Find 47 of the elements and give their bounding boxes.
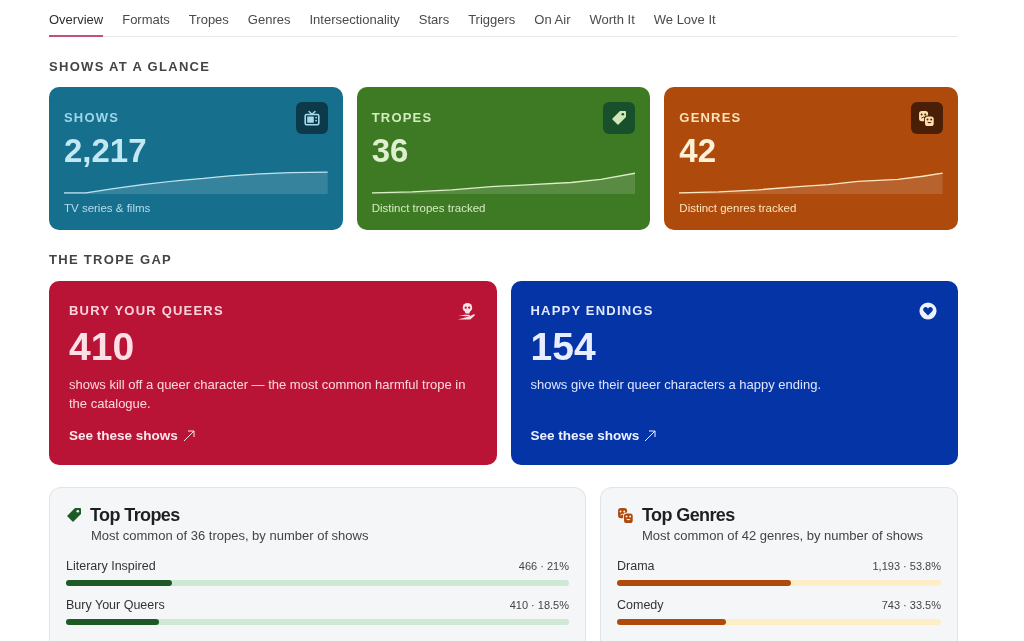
panel-subtitle: Most common of 42 genres, by number of shows bbox=[642, 527, 925, 545]
nav-tab[interactable]: Formats bbox=[122, 11, 170, 37]
card-label: SHOWS bbox=[64, 109, 120, 127]
nav-tab[interactable]: Stars bbox=[418, 11, 450, 37]
row-label: Literary Inspired bbox=[66, 557, 156, 575]
card-description: shows give their queer characters a happy ending. bbox=[530, 376, 822, 394]
nav-tab[interactable]: Triggers bbox=[468, 11, 516, 37]
panel-subtitle: Most common of 36 tropes, by number of shows bbox=[91, 527, 370, 545]
row-label: Drama bbox=[617, 557, 655, 575]
arrow-icon bbox=[182, 430, 195, 442]
card-label: HAPPY ENDINGS bbox=[530, 302, 654, 320]
nav-tab[interactable]: Tropes bbox=[188, 11, 229, 37]
nav-tab[interactable]: Overview bbox=[49, 11, 104, 37]
nav-tab[interactable]: Intersectionality bbox=[309, 11, 400, 37]
arrow-icon bbox=[644, 430, 657, 442]
row-label: Comedy bbox=[617, 596, 664, 614]
nav-tab[interactable]: Genres bbox=[247, 11, 291, 37]
section-heading: THE TROPE GAP bbox=[49, 251, 174, 269]
card-caption: Distinct tropes tracked bbox=[371, 201, 487, 215]
row-label: Bury Your Queers bbox=[66, 596, 165, 614]
row-reading: 743 · 33.5% bbox=[881, 597, 941, 613]
card-caption: TV series & films bbox=[64, 201, 152, 215]
card-description: shows kill off a queer character — the most common harmful trope in the catalogue. bbox=[69, 376, 467, 413]
see-shows-link[interactable]: See these shows bbox=[530, 427, 657, 445]
nav-tab[interactable]: On Air bbox=[534, 11, 571, 37]
tv-icon bbox=[295, 102, 328, 134]
section-heading: SHOWS AT A GLANCE bbox=[49, 58, 212, 76]
row-reading: 410 · 18.5% bbox=[509, 597, 569, 613]
skull-hand-icon bbox=[456, 301, 476, 321]
stat-value: 42 bbox=[679, 135, 718, 167]
stat-value: 2,217 bbox=[64, 135, 148, 167]
card-label: TROPES bbox=[371, 109, 433, 127]
stat-value: 410 bbox=[69, 327, 136, 367]
stat-value: 36 bbox=[371, 135, 410, 167]
row-reading: 1,193 · 53.8% bbox=[872, 558, 941, 574]
card-label: GENRES bbox=[679, 109, 742, 127]
row-reading: 466 · 21% bbox=[518, 558, 569, 574]
panel-title: Top Genres bbox=[642, 504, 735, 527]
nav-tab[interactable]: We Love It bbox=[653, 11, 716, 37]
panel-title: Top Tropes bbox=[90, 504, 180, 527]
tag-icon bbox=[603, 102, 636, 134]
card-label: BURY YOUR QUEERS bbox=[69, 302, 224, 320]
nav-tab[interactable]: Worth It bbox=[589, 11, 635, 37]
card-caption: Distinct genres tracked bbox=[679, 201, 798, 215]
theater-masks-icon bbox=[911, 102, 943, 134]
see-shows-link[interactable]: See these shows bbox=[69, 427, 195, 445]
stat-value: 154 bbox=[530, 327, 597, 367]
